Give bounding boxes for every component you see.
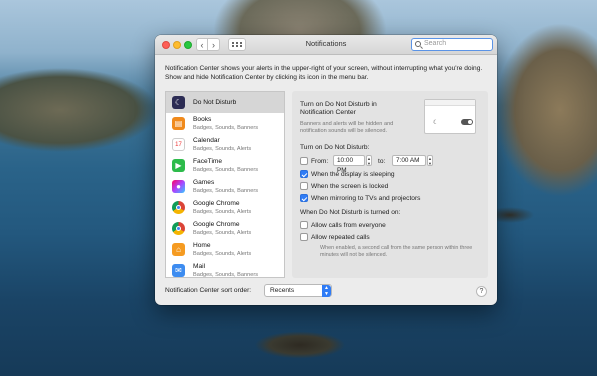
screen-locked-checkbox[interactable]	[300, 182, 308, 190]
sort-order-select[interactable]: Recents ▲ ▼	[264, 284, 332, 297]
notifications-preferences-window: ‹ › Notifications Search Notification Ce…	[155, 35, 497, 305]
books-icon: ▤	[172, 117, 185, 130]
app-name: Books	[193, 116, 212, 123]
app-name: Google Chrome	[193, 221, 240, 228]
display-sleeping-checkbox[interactable]	[300, 170, 308, 178]
from-time-field[interactable]: 10:00 PM	[333, 155, 365, 174]
app-name: Mail	[193, 263, 206, 270]
to-label: to:	[378, 158, 386, 165]
chrome-icon	[172, 222, 185, 235]
list-item-games[interactable]: ● Games Badges, Sounds, Banners	[166, 176, 284, 197]
moon-icon: ☾	[433, 120, 439, 126]
sort-order-label: Notification Center sort order:	[165, 287, 252, 294]
list-item-home[interactable]: ⌂ Home Badges, Sounds, Alerts	[166, 239, 284, 260]
from-time-stepper[interactable]: ▲ ▼	[366, 155, 372, 166]
list-item-calendar[interactable]: 17 Calendar Badges, Sounds, Alerts	[166, 134, 284, 155]
facetime-icon: ▶	[172, 159, 185, 172]
screen-locked-label: When the screen is locked	[311, 183, 389, 190]
from-label: From:	[311, 158, 329, 165]
display-sleeping-label: When the display is sleeping	[311, 171, 395, 178]
list-item-do-not-disturb[interactable]: ☾ Do Not Disturb	[166, 92, 284, 113]
sort-order-value: Recents	[270, 287, 295, 294]
allow-calls-checkbox[interactable]	[300, 221, 308, 229]
app-alert-style: Badges, Sounds, Alerts	[193, 146, 252, 152]
search-field[interactable]: Search	[411, 38, 493, 51]
search-icon	[415, 41, 421, 47]
app-name: Do Not Disturb	[193, 99, 237, 106]
search-placeholder: Search	[424, 40, 447, 47]
mirroring-checkbox[interactable]	[300, 194, 308, 202]
app-list[interactable]: ☾ Do Not Disturb ▤ Books Badges, Sounds,…	[165, 91, 285, 278]
home-icon: ⌂	[172, 243, 185, 256]
app-name: Calendar	[193, 137, 220, 144]
calendar-icon: 17	[172, 138, 185, 151]
repeated-calls-note: When enabled, a second call from the sam…	[320, 245, 473, 258]
turn-on-label: Turn on Do Not Disturb:	[300, 144, 370, 151]
app-alert-style: Badges, Sounds, Alerts	[193, 251, 252, 257]
app-alert-style: Badges, Sounds, Banners	[193, 272, 258, 278]
help-button[interactable]: ?	[476, 286, 487, 297]
list-item-google-chrome-2[interactable]: Google Chrome Badges, Sounds, Alerts	[166, 218, 284, 239]
dnd-title: Turn on Do Not Disturb in Notification C…	[300, 101, 377, 116]
list-item-google-chrome[interactable]: Google Chrome Badges, Sounds, Alerts	[166, 197, 284, 218]
mail-icon: ✉	[172, 264, 185, 277]
chevron-updown-icon: ▲ ▼	[322, 285, 331, 297]
chrome-icon	[172, 201, 185, 214]
app-name: Google Chrome	[193, 200, 240, 207]
allow-repeated-label: Allow repeated calls	[311, 234, 370, 241]
app-alert-style: Badges, Sounds, Banners	[193, 125, 258, 131]
description-text: Notification Center shows your alerts in…	[165, 65, 483, 81]
when-on-label: When Do Not Disturb is turned on:	[300, 209, 401, 216]
list-item-mail[interactable]: ✉ Mail Badges, Sounds, Banners	[166, 260, 284, 278]
app-alert-style: Badges, Sounds, Alerts	[193, 209, 252, 215]
do-not-disturb-settings: Turn on Do Not Disturb in Notification C…	[292, 91, 488, 278]
from-checkbox[interactable]	[300, 157, 308, 165]
title-bar: ‹ › Notifications Search	[155, 35, 497, 55]
moon-icon: ☾	[172, 96, 185, 109]
list-item-books[interactable]: ▤ Books Badges, Sounds, Banners	[166, 113, 284, 134]
app-alert-style: Badges, Sounds, Banners	[193, 167, 258, 173]
list-item-facetime[interactable]: ▶ FaceTime Badges, Sounds, Banners	[166, 155, 284, 176]
games-icon: ●	[172, 180, 185, 193]
dnd-subtitle: Banners and alerts will be hidden and no…	[300, 121, 394, 134]
allow-calls-label: Allow calls from everyone	[311, 222, 386, 229]
to-time-stepper[interactable]: ▲ ▼	[427, 155, 433, 166]
toggle-icon	[461, 119, 473, 125]
app-alert-style: Badges, Sounds, Banners	[193, 188, 258, 194]
app-alert-style: Badges, Sounds, Alerts	[193, 230, 252, 236]
to-time-field[interactable]: 7:00 AM	[392, 155, 426, 166]
mirroring-label: When mirroring to TVs and projectors	[311, 195, 421, 202]
app-name: Games	[193, 179, 215, 186]
app-name: Home	[193, 242, 211, 249]
allow-repeated-checkbox[interactable]	[300, 233, 308, 241]
app-name: FaceTime	[193, 158, 223, 165]
dnd-preview-image: ☾	[424, 99, 476, 134]
